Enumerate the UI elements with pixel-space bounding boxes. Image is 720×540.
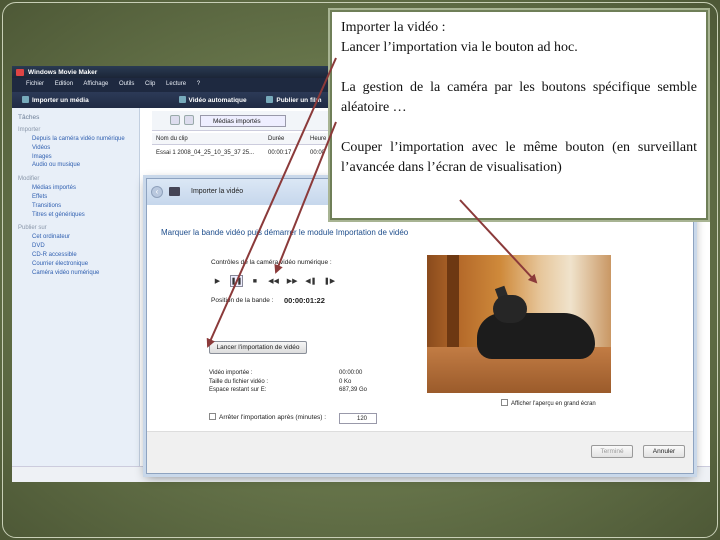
task-link-audio[interactable]: Audio ou musique [18, 161, 135, 170]
stat-value-space: 687,39 Go [339, 387, 368, 393]
back-arrow-icon[interactable]: ‹ [151, 186, 163, 198]
stop-icon[interactable]: ■ [248, 276, 261, 288]
task-link-videos[interactable]: Vidéos [18, 144, 135, 153]
folder-icon[interactable] [184, 115, 194, 125]
clip-time: 00:00 [310, 150, 326, 156]
fast-forward-icon[interactable]: ▶▶ [286, 276, 299, 288]
camera-controls: ▶ ❚❚ ■ ◀◀ ▶▶ ◀❚ ❚▶ [211, 275, 340, 289]
camera-controls-label: Contrôles de la caméra vidéo numérique : [211, 259, 332, 266]
collection-selector[interactable]: Médias importés [200, 115, 286, 127]
import-icon [22, 96, 29, 103]
task-link-computer[interactable]: Cet ordinateur [18, 233, 135, 242]
col-time[interactable]: Heure [310, 136, 326, 142]
callout-line-stop: Couper l’importation avec le même bouton… [341, 140, 697, 175]
fullscreen-preview-label: Afficher l'aperçu en grand écran [511, 401, 596, 407]
fullscreen-preview-checkbox[interactable] [501, 399, 508, 406]
tape-position-value: 00:00:01:22 [284, 296, 325, 305]
stat-label-size: Taille du fichier vidéo : [209, 378, 269, 385]
minutes-stepper[interactable]: 120 [339, 413, 377, 424]
stop-import-label: Arrêter l'importation après (minutes) : [219, 414, 327, 421]
movie-maker-icon [16, 69, 24, 76]
menu-fichier[interactable]: Fichier [26, 81, 44, 87]
section-publish-title: Publier sur [18, 225, 47, 232]
callout-heading: Importer la vidéo : [341, 20, 446, 35]
menu-clip[interactable]: Clip [145, 81, 155, 87]
task-link-cdr[interactable]: CD-R accessible [18, 251, 135, 260]
dialog-title: Importer la vidéo [191, 188, 244, 195]
task-link-effects[interactable]: Effets [18, 193, 135, 202]
start-import-button[interactable]: Lancer l'importation de vidéo [209, 341, 307, 354]
col-duration[interactable]: Durée [268, 136, 284, 142]
up-folder-icon[interactable] [170, 115, 180, 125]
auto-movie-button[interactable]: Vidéo automatique [178, 96, 247, 104]
rewind-icon[interactable]: ◀◀ [267, 276, 280, 288]
clip-duration: 00:00:17 [268, 150, 292, 156]
task-link-dv-camera[interactable]: Caméra vidéo numérique [18, 269, 135, 278]
clip-name: Essai 1 2008_04_25_10_35_37 25... [156, 150, 255, 156]
stat-label-imported: Vidéo importée : [209, 370, 253, 376]
auto-movie-icon [178, 96, 186, 103]
collection-toolbar: Médias importés [152, 111, 342, 131]
task-link-dvd[interactable]: DVD [18, 242, 135, 251]
stop-import-checkbox[interactable] [209, 413, 216, 420]
step-forward-icon[interactable]: ❚▶ [323, 276, 336, 288]
import-stats-labels: Vidéo importée : Taille du fichier vidéo… [209, 369, 268, 395]
tasks-pane: Tâches Importer Depuis la caméra vidéo n… [12, 108, 140, 482]
section-edit-title: Modifier [18, 176, 40, 183]
task-link-imported-media[interactable]: Médias importés [18, 184, 135, 193]
menu-affichage[interactable]: Affichage [83, 81, 108, 87]
menu-outils[interactable]: Outils [119, 81, 134, 87]
publish-icon [266, 96, 274, 103]
task-link-camera[interactable]: Depuis la caméra vidéo numérique [18, 135, 135, 144]
import-video-dialog: ‹ Importer la vidéo Marquer la bande vid… [146, 178, 694, 474]
menu-edition[interactable]: Edition [55, 81, 73, 87]
task-link-email[interactable]: Courrier électronique [18, 260, 135, 269]
stat-label-space: Espace restant sur E: [209, 387, 267, 393]
publish-movie-button[interactable]: Publier un film [266, 96, 322, 104]
video-preview [427, 255, 611, 393]
task-link-transitions[interactable]: Transitions [18, 202, 135, 211]
cancel-button[interactable]: Annuler [643, 445, 685, 458]
stat-value-imported: 00:00:00 [339, 370, 363, 376]
import-stats-values: 00:00:00 0 Ko 687,39 Go [339, 369, 367, 395]
col-name[interactable]: Nom du clip [156, 136, 188, 142]
stop-import-option[interactable]: Arrêter l'importation après (minutes) : [209, 413, 326, 421]
pause-icon[interactable]: ❚❚ [229, 275, 243, 287]
finish-button[interactable]: Terminé [591, 445, 633, 458]
camera-icon [169, 187, 180, 196]
callout-line-import: Lancer l’importation via le bouton ad ho… [341, 40, 578, 55]
annotation-callout: Importer la vidéo : Lancer l’importation… [330, 10, 708, 220]
dialog-instruction: Marquer la bande vidéo puis démarrer le … [161, 228, 409, 237]
menu-help[interactable]: ? [197, 81, 200, 87]
menu-lecture[interactable]: Lecture [166, 81, 186, 87]
stat-value-size: 0 Ko [339, 378, 352, 385]
section-import-title: Importer [18, 127, 41, 133]
task-link-images[interactable]: Images [18, 153, 135, 162]
dog-shape [477, 313, 595, 359]
play-icon[interactable]: ▶ [211, 276, 224, 288]
tasks-header: Tâches [18, 114, 40, 121]
step-back-icon[interactable]: ◀❚ [304, 276, 317, 288]
import-media-button[interactable]: Importer un média [22, 96, 89, 104]
task-link-titles[interactable]: Titres et génériques [18, 211, 135, 220]
tape-position-label: Position de la bande : [211, 297, 274, 304]
fullscreen-preview-option[interactable]: Afficher l'aperçu en grand écran [501, 399, 596, 407]
callout-line-camera: La gestion de la caméra par les boutons … [341, 80, 697, 115]
window-title: Windows Movie Maker [28, 69, 98, 76]
